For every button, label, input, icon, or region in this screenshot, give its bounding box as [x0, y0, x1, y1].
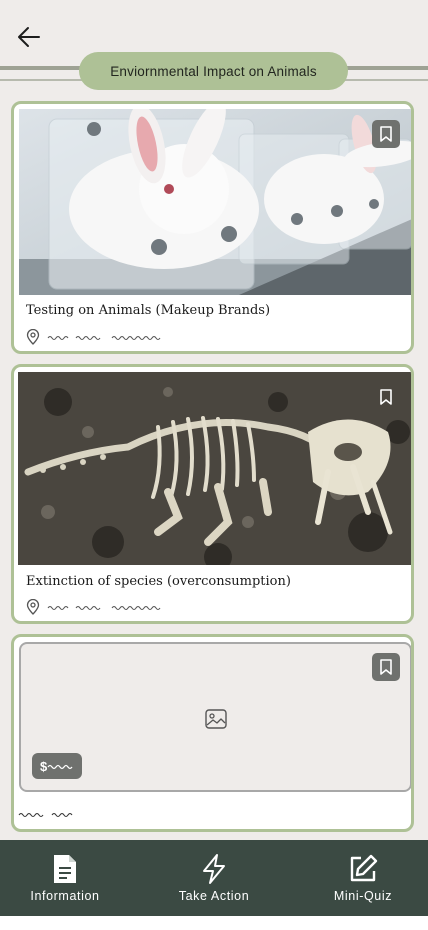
topic-card-placeholder[interactable]: $: [11, 634, 414, 832]
dollar-sign: $: [40, 758, 48, 774]
bottom-nav: Information Take Action Mini-Quiz: [0, 840, 428, 916]
topic-card-extinction[interactable]: Extinction of species (overconsumption): [11, 364, 414, 624]
image-placeholder: $: [19, 642, 411, 792]
card-location-row: [26, 599, 166, 615]
nav-label: Take Action: [178, 889, 250, 903]
document-icon: [54, 855, 76, 883]
bookmark-button[interactable]: [372, 383, 400, 411]
back-button[interactable]: [14, 22, 44, 52]
arrow-left-icon: [18, 27, 40, 47]
topic-card-animal-testing[interactable]: Testing on Animals (Makeup Brands): [11, 101, 414, 354]
nav-label: Information: [30, 889, 100, 903]
location-pin-icon: [26, 329, 40, 345]
bookmark-button[interactable]: [372, 120, 400, 148]
edit-icon: [350, 854, 378, 882]
location-pin-icon: [26, 599, 40, 615]
bookmark-icon: [380, 126, 392, 142]
placeholder-price-squiggle: [47, 764, 73, 770]
lightning-icon: [203, 854, 225, 884]
nav-item-mini-quiz[interactable]: Mini-Quiz: [298, 853, 428, 903]
page-title: Enviornmental Impact on Animals: [79, 52, 348, 90]
card-title: Extinction of species (overconsumption): [26, 574, 291, 589]
card-title: Testing on Animals (Makeup Brands): [26, 303, 271, 318]
bookmark-icon: [380, 389, 392, 405]
price-chip: $: [32, 753, 82, 779]
bookmark-button[interactable]: [372, 653, 400, 681]
nav-item-information[interactable]: Information: [0, 853, 130, 903]
card-image-rabbits: [19, 109, 411, 295]
nav-item-take-action[interactable]: Take Action: [149, 853, 279, 903]
bottom-strip: [0, 916, 428, 930]
card-image-fossil: [18, 372, 411, 565]
bookmark-icon: [380, 659, 392, 675]
placeholder-text-squiggle: [47, 335, 161, 341]
image-icon: [205, 709, 227, 729]
placeholder-title-squiggle: [18, 812, 73, 818]
placeholder-text-squiggle: [47, 605, 161, 611]
nav-label: Mini-Quiz: [333, 889, 393, 903]
card-location-row: [26, 329, 166, 345]
